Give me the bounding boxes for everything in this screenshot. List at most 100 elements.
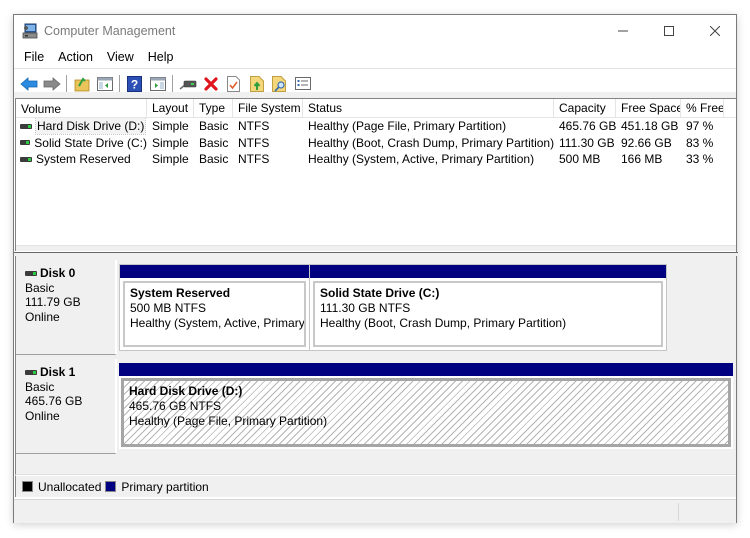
volume-cell: Hard Disk Drive (D:) [16,118,147,135]
volume-list-scrollbar[interactable] [16,245,736,251]
layout-cell: Simple [152,119,189,133]
disk-state: Online [25,309,60,324]
partition-size-fs: 500 MB NTFS [130,301,207,315]
menu-file[interactable]: File [17,47,51,67]
delete-icon [203,76,218,91]
disk-type: Basic [25,280,55,295]
console-tree-icon [96,76,113,91]
layout-cell: Simple [152,152,189,166]
title-bar: Computer Management [14,15,736,47]
column-header-type[interactable]: Type [194,99,233,118]
volume-name: System Reserved [36,152,131,167]
menu-view[interactable]: View [100,47,141,67]
column-header-layout[interactable]: Layout [147,99,194,118]
list-settings-icon [294,77,311,90]
partition-status: Healthy (Boot, Crash Dump, Primary Parti… [320,316,567,330]
hard-drive-icon [20,140,31,146]
percent-free-cell: 83 % [686,135,714,150]
disk-graphical-view: Disk 0 Basic 111.79 GB Online System Res… [15,256,736,456]
hard-drive-icon [25,369,37,375]
free-space-cell: 166 MB [621,152,663,166]
menu-action[interactable]: Action [51,47,100,67]
partition-details: Solid State Drive (C:) 111.30 GB NTFS He… [313,281,663,347]
disk-info[interactable]: Disk 0 Basic 111.79 GB Online [16,260,117,355]
column-header-filler [724,99,736,118]
maximize-icon [664,26,674,36]
partition-status: Healthy (System, Active, Primary I [130,316,306,330]
primary-partition-bar [310,265,666,278]
menu-bar: File Action View Help [14,47,736,67]
close-icon [710,26,720,36]
legend: Unallocated Primary partition [15,475,736,497]
primary-partition-bar [119,363,733,376]
minimize-icon [618,30,628,32]
hard-drive-icon [20,156,32,162]
legend-label: Unallocated [38,479,102,494]
status-cell: Healthy (System, Active, Primary Partiti… [308,152,535,166]
type-cell: Basic [199,152,229,166]
drive-connect-icon [179,80,196,90]
column-header-percent-free[interactable]: % Free [681,99,724,118]
disk-size: 111.79 GB [25,295,81,309]
forward-arrow-icon [43,76,61,91]
capacity-cell: 500 MB [559,152,601,166]
toolbar-separator [119,74,120,93]
primary-partition-swatch [105,481,117,492]
export-icon [249,75,264,92]
volume-row[interactable]: Hard Disk Drive (D:) Simple Basic NTFS H… [16,118,736,135]
toolbar-separator [172,74,173,93]
disk-type: Basic [25,379,55,394]
partition-name: Hard Disk Drive (D:) [129,384,243,398]
type-cell: Basic [199,135,229,150]
folder-up-icon [74,76,89,91]
close-button[interactable] [692,15,738,47]
hard-drive-icon [20,123,32,129]
column-header-file-system[interactable]: File System [233,99,303,118]
volume-cell: Solid State Drive (C:) [16,135,147,152]
disk-info[interactable]: Disk 1 Basic 465.76 GB Online [16,359,117,454]
column-header-capacity[interactable]: Capacity [554,99,616,118]
computer-management-app-icon [22,23,38,39]
maximize-button[interactable] [646,15,692,47]
svg-text:?: ? [131,77,138,91]
capacity-cell: 111.30 GB [559,135,615,150]
search-doc-icon [272,75,286,92]
primary-partition-bar [120,265,309,278]
volume-row[interactable]: Solid State Drive (C:) Simple Basic NTFS… [16,135,736,152]
volume-row[interactable]: System Reserved Simple Basic NTFS Health… [16,151,736,168]
partition-details: Hard Disk Drive (D:) 465.76 GB NTFS Heal… [121,378,731,447]
partition-block[interactable]: Solid State Drive (C:) 111.30 GB NTFS He… [309,264,667,351]
back-arrow-icon [19,76,37,91]
partition-name: Solid State Drive (C:) [320,286,440,300]
toolbar-separator [66,74,67,93]
disk-name: Disk 0 [40,266,76,280]
column-header-status[interactable]: Status [303,99,554,118]
percent-free-cell: 33 % [686,152,714,166]
menu-help[interactable]: Help [141,47,181,67]
partition-size-fs: 111.30 GB NTFS [320,301,411,315]
layout-cell: Simple [152,135,189,150]
partition-block[interactable]: System Reserved 500 MB NTFS Healthy (Sys… [119,264,310,351]
file-system-cell: NTFS [238,119,270,133]
volume-cell: System Reserved [16,151,147,168]
type-cell: Basic [199,119,229,133]
column-header-volume[interactable]: Volume [16,99,147,118]
disk-row: Disk 1 Basic 465.76 GB Online Hard Disk … [16,357,737,456]
unallocated-swatch [22,481,33,492]
action-pane-icon [149,76,166,91]
window-title: Computer Management [44,24,176,38]
minimize-button[interactable] [600,15,646,47]
disk-size: 465.76 GB [25,394,83,408]
partition-name: System Reserved [130,286,231,300]
column-header-free-space[interactable]: Free Space [616,99,681,118]
legend-item-primary-partition: Primary partition [105,480,209,494]
legend-item-unallocated: Unallocated [22,480,101,494]
disk-view-spacer [15,456,736,475]
volume-name: Hard Disk Drive (D:) [34,118,147,135]
volume-list-header: Volume Layout Type File System Status Ca… [16,99,736,118]
computer-management-window: Computer Management File Action View Hel… [13,14,738,523]
partition-size-fs: 465.76 GB NTFS [129,399,222,413]
partition-block-selected[interactable]: Hard Disk Drive (D:) 465.76 GB NTFS Heal… [119,363,733,449]
free-space-cell: 92.66 GB [621,135,672,150]
capacity-cell: 465.76 GB [559,119,616,133]
